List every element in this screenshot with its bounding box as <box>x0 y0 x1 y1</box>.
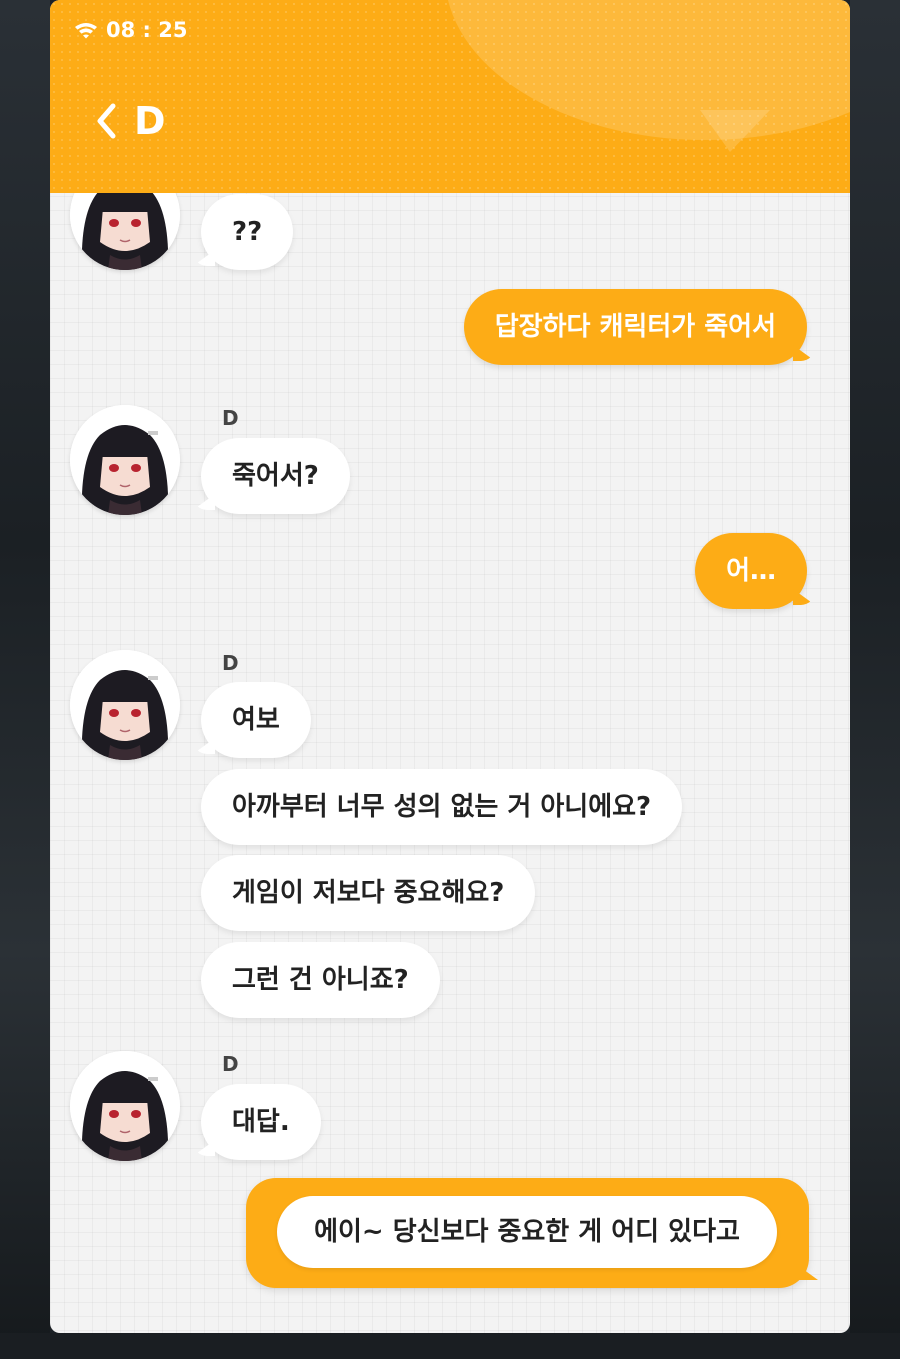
chat-title: D <box>134 99 166 143</box>
reply-choice-panel: 에이~ 당신보다 중요한 게 어디 있다고 <box>246 1178 809 1288</box>
message-list[interactable]: ?? 답장하다 캐릭터가 죽어서 D 죽어서? 어… D 여보 아까부터 너무 … <box>50 0 850 1333</box>
sender-name: D <box>222 651 239 675</box>
sender-name: D <box>222 1052 239 1076</box>
message-bubble-incoming: 여보 <box>201 682 311 758</box>
messenger-window: ?? 답장하다 캐릭터가 죽어서 D 죽어서? 어… D 여보 아까부터 너무 … <box>50 0 850 1333</box>
contact-avatar[interactable] <box>70 650 180 760</box>
message-bubble-incoming: 게임이 저보다 중요해요? <box>201 855 536 931</box>
message-bubble-outgoing: 어… <box>695 533 807 609</box>
message-bubble-outgoing: 답장하다 캐릭터가 죽어서 <box>463 289 807 365</box>
contact-avatar[interactable] <box>70 405 180 515</box>
status-bar: 08 : 25 <box>74 16 187 44</box>
background-bottom <box>0 1333 900 1359</box>
speech-bubble-tail-decoration <box>700 110 770 152</box>
clock: 08 : 25 <box>106 18 188 42</box>
chevron-left-icon <box>97 103 116 139</box>
speech-bubble-decoration <box>445 0 850 140</box>
message-bubble-incoming: ?? <box>201 194 294 270</box>
background-left <box>0 0 50 1359</box>
avatar-portrait-icon <box>70 1051 180 1161</box>
message-bubble-incoming: 아까부터 너무 성의 없는 거 아니에요? <box>201 769 683 845</box>
avatar-portrait-icon <box>70 650 180 760</box>
message-bubble-incoming: 대답. <box>201 1084 321 1160</box>
chat-header: 08 : 25 D <box>50 0 850 193</box>
contact-avatar[interactable] <box>70 1051 180 1161</box>
sender-name: D <box>222 406 239 430</box>
wifi-icon <box>75 23 97 39</box>
back-button[interactable] <box>86 96 126 146</box>
message-bubble-incoming: 그런 건 아니죠? <box>201 942 440 1018</box>
avatar-portrait-icon <box>70 405 180 515</box>
background-right <box>850 0 900 1359</box>
reply-option-button[interactable]: 에이~ 당신보다 중요한 게 어디 있다고 <box>277 1196 777 1268</box>
message-bubble-incoming: 죽어서? <box>201 438 350 514</box>
